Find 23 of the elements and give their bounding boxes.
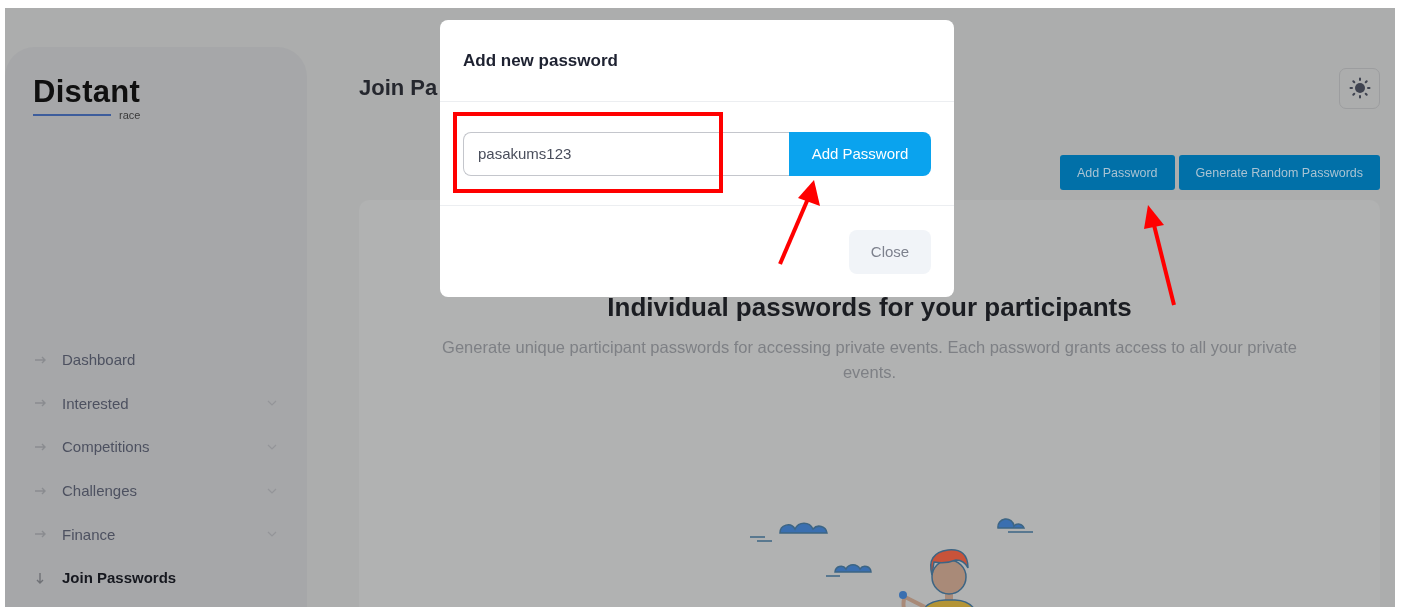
nav-item[interactable]: Competitions [33,425,279,469]
sun-icon [1348,77,1371,99]
theme-toggle-button[interactable] [1339,67,1380,109]
arrow-right-icon [33,529,47,540]
arrow-right-icon [33,354,47,365]
page-title: Join Pa [359,75,438,101]
logo-title: Distant [33,75,142,109]
nav-item[interactable]: Interested [33,381,279,426]
nav-item[interactable]: Finance [33,512,279,556]
close-button[interactable]: Close [849,229,931,274]
logo-subtitle: race [119,109,141,121]
card-title: Individual passwords for your participants [607,292,1132,323]
toolbar-button[interactable]: Generate Random Passwords [1178,155,1380,190]
password-input[interactable]: pasakums123 [463,131,789,176]
nav-item[interactable]: Challenges [33,468,279,513]
toolbar-button[interactable]: Add Password [1059,155,1175,190]
arrow-right-icon [33,398,47,409]
arrow-right-icon [33,485,47,496]
add-password-button[interactable]: Add Password [789,131,931,176]
nav-item[interactable]: Dashboard [33,338,279,382]
modal-title: Add new password [463,50,618,71]
arrow-right-icon [33,442,47,452]
nav-item[interactable]: Join Passwords [33,555,279,600]
